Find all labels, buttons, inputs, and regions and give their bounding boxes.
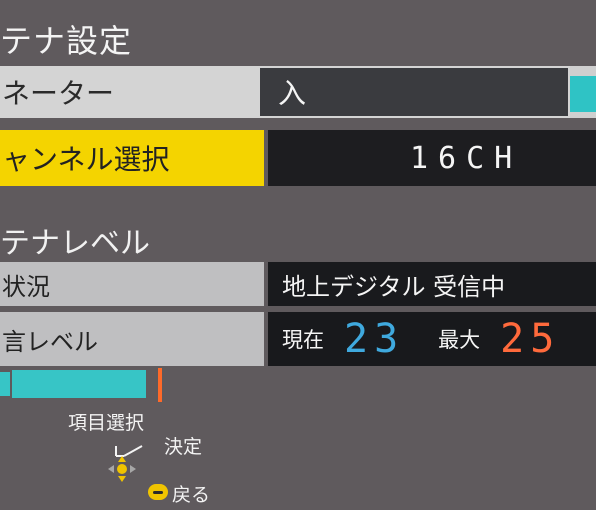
status-label: 状況 bbox=[0, 262, 264, 306]
page-title: テナ設定 bbox=[0, 22, 133, 60]
signal-bar-fill bbox=[12, 370, 146, 398]
current-label: 現在 bbox=[282, 328, 324, 352]
remote-help-panel: 項目選択 決定 戻る bbox=[50, 408, 250, 508]
antenna-settings-screen: テナ設定 ネーター 入 ャンネル選択 16CH テナレベル 状況 地上デジタル … bbox=[0, 0, 596, 510]
max-level-value: 25 bbox=[500, 316, 561, 362]
signal-level-values: 現在 23 最大 25 bbox=[268, 312, 596, 366]
tuner-accent-marker bbox=[570, 76, 596, 112]
help-back-label: 戻る bbox=[172, 484, 211, 506]
reception-status-row: 状況 地上デジタル 受信中 bbox=[0, 262, 596, 306]
current-level-value: 23 bbox=[344, 316, 405, 362]
help-select-label: 項目選択 bbox=[68, 412, 145, 434]
signal-level-row: 言レベル 現在 23 最大 25 bbox=[0, 312, 596, 366]
signal-bar-start-segment bbox=[0, 372, 10, 396]
tuner-row[interactable]: ネーター 入 bbox=[0, 66, 596, 118]
max-label: 最大 bbox=[438, 328, 481, 352]
tuner-value[interactable]: 入 bbox=[258, 66, 570, 118]
tuner-label: ネーター bbox=[0, 66, 258, 118]
channel-value[interactable]: 16CH bbox=[268, 130, 596, 186]
channel-row[interactable]: ャンネル選択 16CH bbox=[0, 130, 596, 186]
status-value: 地上デジタル 受信中 bbox=[268, 262, 596, 306]
back-button-icon bbox=[148, 484, 168, 500]
signal-bar-max-marker bbox=[158, 368, 162, 402]
help-decide-label: 決定 bbox=[164, 436, 203, 458]
signal-level-label: 言レベル bbox=[0, 312, 264, 366]
dpad-icon bbox=[108, 445, 143, 482]
channel-select-label[interactable]: ャンネル選択 bbox=[0, 130, 264, 186]
signal-level-bar bbox=[0, 368, 200, 402]
antenna-level-heading: テナレベル bbox=[0, 226, 150, 261]
